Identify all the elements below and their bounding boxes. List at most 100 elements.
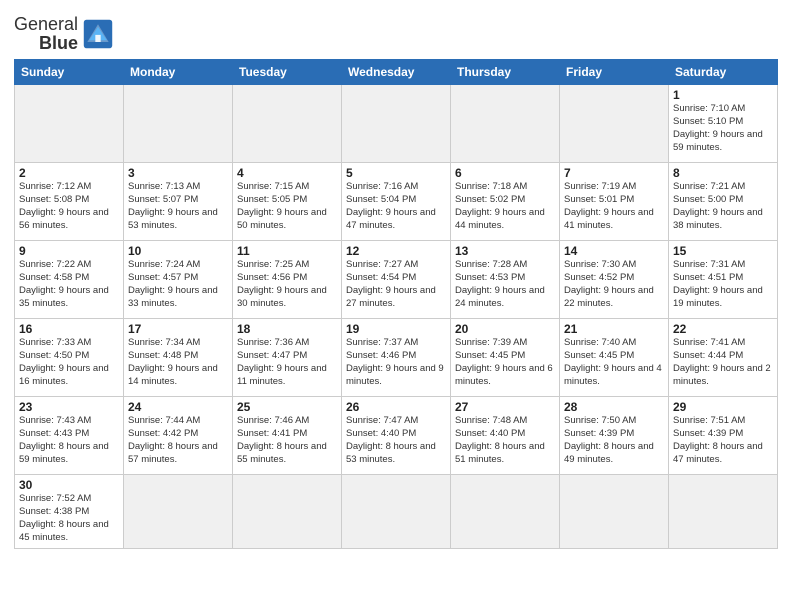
day-info: Sunrise: 7:44 AM Sunset: 4:42 PM Dayligh… xyxy=(128,415,228,466)
day-info: Sunrise: 7:37 AM Sunset: 4:46 PM Dayligh… xyxy=(346,337,446,388)
calendar-cell: 15Sunrise: 7:31 AM Sunset: 4:51 PM Dayli… xyxy=(669,241,778,319)
day-info: Sunrise: 7:28 AM Sunset: 4:53 PM Dayligh… xyxy=(455,259,555,310)
calendar-cell: 12Sunrise: 7:27 AM Sunset: 4:54 PM Dayli… xyxy=(342,241,451,319)
calendar-cell xyxy=(124,85,233,163)
calendar-cell: 24Sunrise: 7:44 AM Sunset: 4:42 PM Dayli… xyxy=(124,397,233,475)
calendar-cell xyxy=(560,85,669,163)
calendar-cell: 16Sunrise: 7:33 AM Sunset: 4:50 PM Dayli… xyxy=(15,319,124,397)
day-info: Sunrise: 7:21 AM Sunset: 5:00 PM Dayligh… xyxy=(673,181,773,232)
day-info: Sunrise: 7:18 AM Sunset: 5:02 PM Dayligh… xyxy=(455,181,555,232)
day-number: 22 xyxy=(673,322,773,336)
calendar-cell: 8Sunrise: 7:21 AM Sunset: 5:00 PM Daylig… xyxy=(669,163,778,241)
day-number: 8 xyxy=(673,166,773,180)
day-number: 29 xyxy=(673,400,773,414)
logo: General Blue xyxy=(14,14,114,53)
day-number: 5 xyxy=(346,166,446,180)
day-number: 14 xyxy=(564,244,664,258)
day-number: 28 xyxy=(564,400,664,414)
calendar-cell xyxy=(451,475,560,548)
day-number: 13 xyxy=(455,244,555,258)
calendar-cell xyxy=(560,475,669,548)
calendar-table: SundayMondayTuesdayWednesdayThursdayFrid… xyxy=(14,59,778,548)
calendar-cell xyxy=(15,85,124,163)
calendar-cell: 22Sunrise: 7:41 AM Sunset: 4:44 PM Dayli… xyxy=(669,319,778,397)
day-number: 15 xyxy=(673,244,773,258)
day-number: 4 xyxy=(237,166,337,180)
day-info: Sunrise: 7:36 AM Sunset: 4:47 PM Dayligh… xyxy=(237,337,337,388)
weekday-header: Wednesday xyxy=(342,60,451,85)
day-info: Sunrise: 7:48 AM Sunset: 4:40 PM Dayligh… xyxy=(455,415,555,466)
weekday-header: Friday xyxy=(560,60,669,85)
calendar-cell: 18Sunrise: 7:36 AM Sunset: 4:47 PM Dayli… xyxy=(233,319,342,397)
day-info: Sunrise: 7:27 AM Sunset: 4:54 PM Dayligh… xyxy=(346,259,446,310)
calendar-cell: 7Sunrise: 7:19 AM Sunset: 5:01 PM Daylig… xyxy=(560,163,669,241)
calendar-cell xyxy=(124,475,233,548)
calendar-cell: 4Sunrise: 7:15 AM Sunset: 5:05 PM Daylig… xyxy=(233,163,342,241)
day-info: Sunrise: 7:10 AM Sunset: 5:10 PM Dayligh… xyxy=(673,103,773,154)
calendar-cell: 5Sunrise: 7:16 AM Sunset: 5:04 PM Daylig… xyxy=(342,163,451,241)
day-number: 26 xyxy=(346,400,446,414)
day-number: 2 xyxy=(19,166,119,180)
day-number: 21 xyxy=(564,322,664,336)
calendar-cell: 1Sunrise: 7:10 AM Sunset: 5:10 PM Daylig… xyxy=(669,85,778,163)
calendar-cell: 2Sunrise: 7:12 AM Sunset: 5:08 PM Daylig… xyxy=(15,163,124,241)
weekday-header: Monday xyxy=(124,60,233,85)
day-number: 11 xyxy=(237,244,337,258)
day-info: Sunrise: 7:19 AM Sunset: 5:01 PM Dayligh… xyxy=(564,181,664,232)
day-number: 7 xyxy=(564,166,664,180)
day-number: 10 xyxy=(128,244,228,258)
calendar-cell xyxy=(451,85,560,163)
weekday-header: Tuesday xyxy=(233,60,342,85)
calendar-cell: 19Sunrise: 7:37 AM Sunset: 4:46 PM Dayli… xyxy=(342,319,451,397)
day-info: Sunrise: 7:47 AM Sunset: 4:40 PM Dayligh… xyxy=(346,415,446,466)
weekday-header: Saturday xyxy=(669,60,778,85)
calendar-cell xyxy=(233,475,342,548)
day-number: 27 xyxy=(455,400,555,414)
day-info: Sunrise: 7:25 AM Sunset: 4:56 PM Dayligh… xyxy=(237,259,337,310)
header: General Blue xyxy=(14,10,778,53)
day-number: 20 xyxy=(455,322,555,336)
calendar-cell: 3Sunrise: 7:13 AM Sunset: 5:07 PM Daylig… xyxy=(124,163,233,241)
day-number: 19 xyxy=(346,322,446,336)
calendar-cell: 23Sunrise: 7:43 AM Sunset: 4:43 PM Dayli… xyxy=(15,397,124,475)
day-info: Sunrise: 7:33 AM Sunset: 4:50 PM Dayligh… xyxy=(19,337,119,388)
day-info: Sunrise: 7:16 AM Sunset: 5:04 PM Dayligh… xyxy=(346,181,446,232)
calendar-cell: 13Sunrise: 7:28 AM Sunset: 4:53 PM Dayli… xyxy=(451,241,560,319)
day-info: Sunrise: 7:15 AM Sunset: 5:05 PM Dayligh… xyxy=(237,181,337,232)
day-info: Sunrise: 7:30 AM Sunset: 4:52 PM Dayligh… xyxy=(564,259,664,310)
calendar-cell: 29Sunrise: 7:51 AM Sunset: 4:39 PM Dayli… xyxy=(669,397,778,475)
calendar-cell: 14Sunrise: 7:30 AM Sunset: 4:52 PM Dayli… xyxy=(560,241,669,319)
day-info: Sunrise: 7:50 AM Sunset: 4:39 PM Dayligh… xyxy=(564,415,664,466)
day-info: Sunrise: 7:43 AM Sunset: 4:43 PM Dayligh… xyxy=(19,415,119,466)
day-info: Sunrise: 7:31 AM Sunset: 4:51 PM Dayligh… xyxy=(673,259,773,310)
calendar-cell: 17Sunrise: 7:34 AM Sunset: 4:48 PM Dayli… xyxy=(124,319,233,397)
calendar-cell xyxy=(342,85,451,163)
calendar-cell: 10Sunrise: 7:24 AM Sunset: 4:57 PM Dayli… xyxy=(124,241,233,319)
day-info: Sunrise: 7:51 AM Sunset: 4:39 PM Dayligh… xyxy=(673,415,773,466)
calendar-cell: 21Sunrise: 7:40 AM Sunset: 4:45 PM Dayli… xyxy=(560,319,669,397)
calendar-cell: 30Sunrise: 7:52 AM Sunset: 4:38 PM Dayli… xyxy=(15,475,124,548)
day-number: 6 xyxy=(455,166,555,180)
calendar-cell: 25Sunrise: 7:46 AM Sunset: 4:41 PM Dayli… xyxy=(233,397,342,475)
day-info: Sunrise: 7:24 AM Sunset: 4:57 PM Dayligh… xyxy=(128,259,228,310)
calendar-cell: 6Sunrise: 7:18 AM Sunset: 5:02 PM Daylig… xyxy=(451,163,560,241)
day-info: Sunrise: 7:22 AM Sunset: 4:58 PM Dayligh… xyxy=(19,259,119,310)
calendar-cell xyxy=(669,475,778,548)
calendar-cell: 11Sunrise: 7:25 AM Sunset: 4:56 PM Dayli… xyxy=(233,241,342,319)
weekday-header: Thursday xyxy=(451,60,560,85)
calendar-cell: 20Sunrise: 7:39 AM Sunset: 4:45 PM Dayli… xyxy=(451,319,560,397)
calendar-cell xyxy=(342,475,451,548)
day-number: 23 xyxy=(19,400,119,414)
calendar-cell xyxy=(233,85,342,163)
day-number: 18 xyxy=(237,322,337,336)
logo-icon xyxy=(82,18,114,50)
calendar-cell: 27Sunrise: 7:48 AM Sunset: 4:40 PM Dayli… xyxy=(451,397,560,475)
day-info: Sunrise: 7:41 AM Sunset: 4:44 PM Dayligh… xyxy=(673,337,773,388)
day-info: Sunrise: 7:34 AM Sunset: 4:48 PM Dayligh… xyxy=(128,337,228,388)
day-number: 24 xyxy=(128,400,228,414)
day-info: Sunrise: 7:39 AM Sunset: 4:45 PM Dayligh… xyxy=(455,337,555,388)
calendar-cell: 26Sunrise: 7:47 AM Sunset: 4:40 PM Dayli… xyxy=(342,397,451,475)
logo-blue: Blue xyxy=(39,33,78,54)
day-info: Sunrise: 7:40 AM Sunset: 4:45 PM Dayligh… xyxy=(564,337,664,388)
logo-general: General xyxy=(14,14,78,34)
